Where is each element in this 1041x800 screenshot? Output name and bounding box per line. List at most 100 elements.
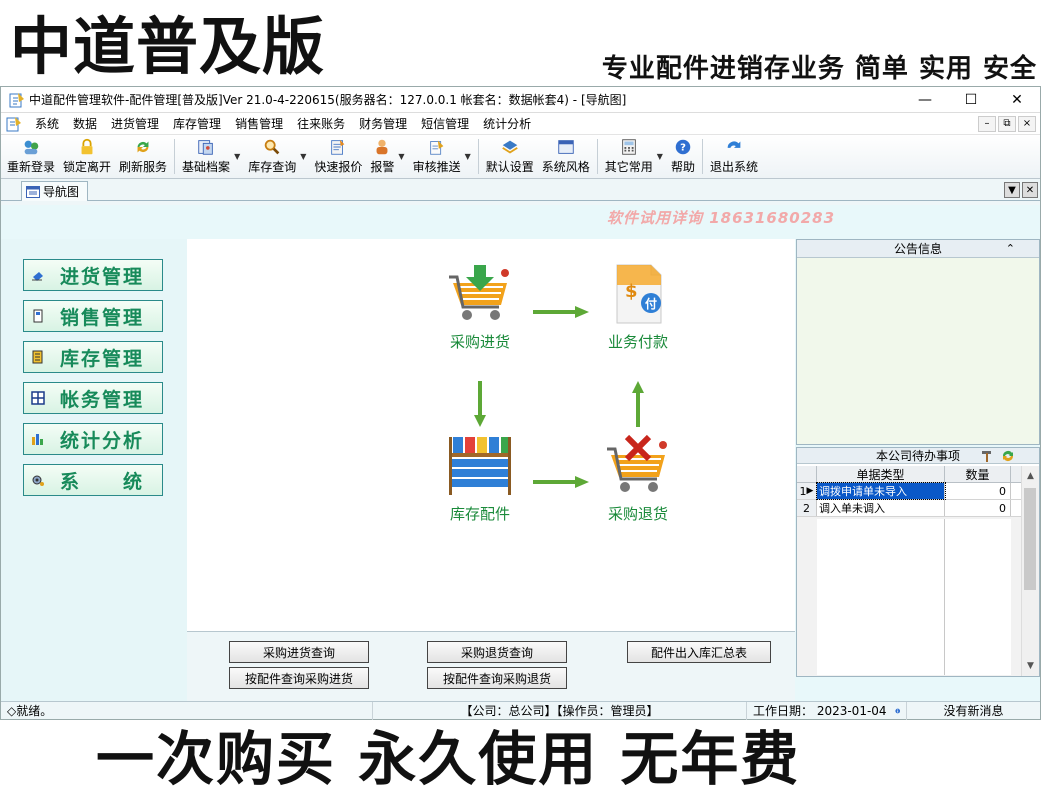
scroll-up-icon[interactable]: ▲ <box>1022 468 1039 484</box>
scroll-down-icon[interactable]: ▼ <box>1022 658 1039 674</box>
grid-empty-area <box>817 519 945 675</box>
todo-scrollbar[interactable]: ▲ ▼ <box>1021 466 1039 676</box>
relogin-button[interactable]: 重新登录 <box>3 135 59 178</box>
arrow-up-icon <box>632 381 644 427</box>
title-bar: 中道配件管理软件-配件管理[普及版]Ver 21.0-4-220615(服务器名… <box>1 87 1040 113</box>
refresh-icon[interactable] <box>1001 449 1015 463</box>
tab-navigation-map-label: 导航图 <box>43 185 80 199</box>
cell-type[interactable]: 调入单未调入 <box>817 500 945 516</box>
purchase-in-query-button[interactable]: 采购进货查询 <box>229 641 369 663</box>
nav-statistics-analysis[interactable]: 统计分析 <box>23 423 163 455</box>
flow-stock-parts[interactable]: 库存配件 <box>425 433 535 524</box>
lock-leave-button[interactable]: 锁定离开 <box>59 135 115 178</box>
minimize-button[interactable]: — <box>902 87 948 113</box>
tab-dropdown-button[interactable]: ▼ <box>1004 182 1020 198</box>
collapse-icon[interactable]: ⌃ <box>1006 242 1015 255</box>
base-archive-dropdown-icon[interactable]: ▼ <box>234 152 240 161</box>
status-messages[interactable]: 没有新消息 <box>907 702 1040 720</box>
inventory-query-label: 库存查询 <box>248 160 297 174</box>
menu-finance[interactable]: 财务管理 <box>353 115 415 132</box>
cell-qty[interactable]: 0 <box>945 500 1011 516</box>
audit-push-button[interactable]: 审核推送 <box>409 135 465 178</box>
quick-quote-label: 快速报价 <box>314 160 363 174</box>
help-button[interactable]: ? 帮助 <box>667 135 699 178</box>
other-common-dropdown-icon[interactable]: ▼ <box>657 152 663 161</box>
lock-leave-label: 锁定离开 <box>63 160 112 174</box>
svg-text:$: $ <box>625 281 638 302</box>
nav-statistics-label: 统计分析 <box>60 429 145 452</box>
alarm-dropdown-icon[interactable]: ▼ <box>398 152 404 161</box>
column-header-qty[interactable]: 数量 <box>945 466 1011 482</box>
menu-accounts[interactable]: 往来账务 <box>291 115 353 132</box>
menu-sms[interactable]: 短信管理 <box>415 115 477 132</box>
nav-inventory-label: 库存管理 <box>60 347 145 370</box>
flow-purchase-in[interactable]: 采购进货 <box>425 261 535 352</box>
maximize-button[interactable]: ☐ <box>948 87 994 113</box>
audit-push-dropdown-icon[interactable]: ▼ <box>465 152 471 161</box>
shelf-icon <box>449 437 511 495</box>
menu-data[interactable]: 数据 <box>67 115 105 132</box>
other-common-label: 其它常用 <box>604 160 653 174</box>
mdi-minimize-button[interactable]: – <box>978 115 996 132</box>
refresh-service-button[interactable]: 刷新服务 <box>115 135 171 178</box>
base-archive-button[interactable]: 基础档案 <box>178 135 234 178</box>
nav-inventory-management[interactable]: 库存管理 <box>23 341 163 373</box>
status-work-date: 工作日期： 2023-01-04 <box>747 701 907 720</box>
arrow-right-icon <box>533 306 589 318</box>
close-button[interactable]: ✕ <box>994 87 1040 113</box>
menu-system[interactable]: 系统 <box>29 115 67 132</box>
status-ready: ◇就绪。 <box>1 701 373 720</box>
system-style-button[interactable]: 系统风格 <box>538 135 594 178</box>
nav-accounts-management[interactable]: 帐务管理 <box>23 382 163 414</box>
query-button-area: 采购进货查询 采购退货查询 配件出入库汇总表 按配件查询采购进货 按配件查询采购… <box>187 631 795 701</box>
inventory-query-dropdown-icon[interactable]: ▼ <box>300 152 306 161</box>
cart-download-icon <box>449 265 509 320</box>
quick-quote-button[interactable]: 快速报价 <box>310 135 366 178</box>
tab-close-button[interactable]: ✕ <box>1022 182 1038 198</box>
nav-sales-management[interactable]: 销售管理 <box>23 300 163 332</box>
menu-inventory[interactable]: 库存管理 <box>167 115 229 132</box>
hammer-icon[interactable] <box>981 449 995 463</box>
table-row[interactable]: 1 ▶ 调拨申请单未导入 0 <box>797 482 1023 500</box>
table-row[interactable]: 2 调入单未调入 0 <box>797 500 1023 517</box>
other-common-button[interactable]: 其它常用 <box>601 135 657 178</box>
todo-panel-title: 本公司待办事项 <box>875 449 960 463</box>
flow-purchase-in-label: 采购进货 <box>449 333 510 351</box>
app-logo-icon <box>9 92 24 107</box>
refresh-icon <box>137 141 149 153</box>
flow-payment[interactable]: $ 付 业务付款 <box>583 261 693 352</box>
help-label: 帮助 <box>670 160 695 174</box>
scrollbar-thumb[interactable] <box>1024 488 1036 590</box>
menu-statistics[interactable]: 统计分析 <box>477 115 539 132</box>
purchase-in-by-part-button[interactable]: 按配件查询采购进货 <box>229 667 369 689</box>
tab-navigation-map[interactable]: 导航图 <box>21 181 89 201</box>
banner-slogan: 专业配件进销存业务 简单 实用 安全 <box>601 54 1037 84</box>
mdi-restore-button[interactable]: ⧉ <box>998 115 1016 132</box>
info-icon[interactable] <box>894 704 900 718</box>
notice-panel: 公告信息 ⌃ <box>796 239 1040 445</box>
alarm-icon <box>376 139 388 155</box>
cell-qty[interactable]: 0 <box>945 483 1011 499</box>
app-window: 中道配件管理软件-配件管理[普及版]Ver 21.0-4-220615(服务器名… <box>0 86 1041 720</box>
audit-push-label: 审核推送 <box>412 160 461 174</box>
cell-type[interactable]: 调拨申请单未导入 <box>816 482 946 500</box>
purchase-return-by-part-button[interactable]: 按配件查询采购退货 <box>427 667 567 689</box>
app-menu-icon[interactable] <box>5 116 23 132</box>
nav-purchase-management[interactable]: 进货管理 <box>23 259 163 291</box>
alarm-button[interactable]: 报警 <box>366 135 398 178</box>
row-index: 1 ▶ <box>797 483 817 499</box>
lock-icon <box>81 138 93 155</box>
nav-system[interactable]: 系 统 <box>23 464 163 496</box>
parts-io-summary-button[interactable]: 配件出入库汇总表 <box>627 641 771 663</box>
default-settings-button[interactable]: 默认设置 <box>482 135 538 178</box>
inventory-query-button[interactable]: 库存查询 <box>244 135 300 178</box>
exit-system-button[interactable]: 退出系统 <box>706 135 762 178</box>
todo-panel-header: 本公司待办事项 <box>797 448 1039 464</box>
svg-text:?: ? <box>680 143 686 154</box>
purchase-return-query-button[interactable]: 采购退货查询 <box>427 641 567 663</box>
column-header-type[interactable]: 单据类型 <box>817 466 945 482</box>
menu-purchase[interactable]: 进货管理 <box>105 115 167 132</box>
flow-purchase-return[interactable]: 采购退货 <box>583 433 693 524</box>
mdi-close-button[interactable]: × <box>1018 115 1036 132</box>
menu-sales[interactable]: 销售管理 <box>229 115 291 132</box>
